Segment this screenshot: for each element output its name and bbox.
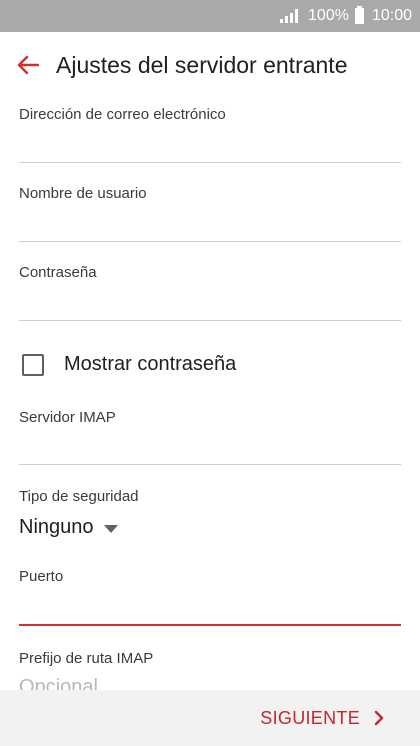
username-underline xyxy=(19,241,401,242)
port-label: Puerto xyxy=(19,568,64,585)
imap-server-field[interactable]: Servidor IMAP xyxy=(19,409,401,467)
dropdown-arrow-icon xyxy=(103,524,118,533)
back-button[interactable] xyxy=(0,37,56,93)
password-field[interactable]: Contraseña xyxy=(19,264,401,322)
security-type-label-wrap: Tipo de seguridad xyxy=(19,488,401,512)
back-arrow-icon xyxy=(17,55,39,75)
signal-bars-icon xyxy=(280,9,299,23)
checkbox-box[interactable] xyxy=(22,353,44,376)
email-label: Dirección de correo electrónico xyxy=(19,106,226,123)
imap-server-underline xyxy=(19,464,401,465)
username-label: Nombre de usuario xyxy=(19,185,147,202)
port-field[interactable]: Puerto xyxy=(19,568,401,626)
next-label: SIGUIENTE xyxy=(260,707,360,728)
security-type-value: Ninguno xyxy=(19,516,94,538)
show-password-checkbox[interactable]: Mostrar contraseña xyxy=(22,353,236,376)
chevron-right-icon xyxy=(374,710,384,726)
settings-form[interactable]: Dirección de correo electrónico Nombre d… xyxy=(0,98,420,690)
clock: 10:00 xyxy=(371,7,412,24)
imap-prefix-input[interactable]: Opcional xyxy=(19,676,98,690)
show-password-label: Mostrar contraseña xyxy=(64,353,237,375)
page-title: Ajustes del servidor entrante xyxy=(56,51,348,78)
battery-icon xyxy=(354,6,364,24)
status-bar: 100% 10:00 xyxy=(0,0,420,32)
battery-percent: 100% xyxy=(308,7,349,24)
security-type-dropdown[interactable]: Ninguno xyxy=(19,516,118,539)
imap-server-label: Servidor IMAP xyxy=(19,409,116,426)
email-field[interactable]: Dirección de correo electrónico xyxy=(19,106,401,164)
password-underline xyxy=(19,320,401,321)
password-label: Contraseña xyxy=(19,264,97,281)
bottom-bar: SIGUIENTE xyxy=(0,690,420,746)
imap-prefix-field[interactable]: Prefijo de ruta IMAP xyxy=(19,650,401,674)
port-underline xyxy=(19,624,401,626)
security-type-label: Tipo de seguridad xyxy=(19,488,139,505)
email-underline xyxy=(19,162,401,163)
next-button[interactable]: SIGUIENTE xyxy=(260,708,384,729)
username-field[interactable]: Nombre de usuario xyxy=(19,185,401,243)
imap-prefix-label: Prefijo de ruta IMAP xyxy=(19,650,154,667)
app-bar: Ajustes del servidor entrante xyxy=(0,32,420,98)
